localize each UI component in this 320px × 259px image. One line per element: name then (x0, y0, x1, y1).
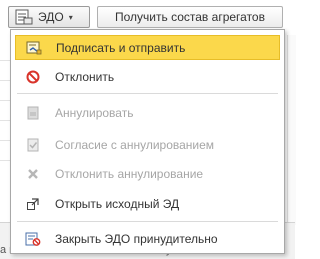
menu-item-label: Согласие с аннулированием (55, 137, 215, 152)
menu-item-label: Аннулировать (55, 105, 134, 120)
background-cell (0, 80, 10, 101)
background-form-strip (0, 0, 10, 258)
reject-icon (24, 69, 42, 85)
chevron-down-icon: ▾ (68, 12, 73, 22)
menu-item-sign-send[interactable]: Подписать и отправить (15, 35, 280, 60)
menu-item-label: Открыть исходный ЭД (55, 196, 180, 211)
background-cell (0, 120, 10, 141)
reject-annul-icon (24, 166, 42, 182)
get-aggregates-button[interactable]: Получить состав агрегатов (97, 6, 283, 28)
force-close-icon (24, 231, 42, 247)
menu-item-label: Отклонить аннулирование (55, 166, 204, 181)
background-cell (0, 60, 10, 81)
edo-document-icon (15, 9, 33, 25)
menu-item-reject[interactable]: Отклонить (15, 64, 280, 89)
annul-icon (24, 105, 42, 121)
menu-item-agree-annul: Согласие с аннулированием (15, 132, 280, 157)
menu-item-label: Отклонить (55, 69, 115, 84)
background-scroll-area (287, 35, 296, 225)
menu-item-label: Закрыть ЭДО принудительно (55, 231, 218, 246)
menu-item-annul: Аннулировать (15, 100, 280, 125)
edo-dropdown-menu: Подписать и отправить Отклонить Аннулиро… (10, 29, 285, 254)
open-source-icon (24, 196, 42, 212)
background-cell (0, 140, 10, 161)
menu-separator (17, 93, 278, 94)
menu-separator (17, 221, 278, 222)
edo-menu-button[interactable]: ЭДО ▾ (8, 6, 90, 28)
sign-send-icon (25, 40, 43, 56)
agree-annul-icon (24, 137, 42, 153)
menu-item-force-close[interactable]: Закрыть ЭДО принудительно (15, 226, 280, 251)
menu-item-reject-annul: Отклонить аннулирование (15, 161, 280, 186)
menu-item-open-source[interactable]: Открыть исходный ЭД (15, 191, 280, 216)
background-cell (0, 40, 10, 61)
background-cell (0, 100, 10, 121)
menu-item-label: Подписать и отправить (56, 40, 186, 55)
edo-button-label: ЭДО (38, 10, 64, 24)
